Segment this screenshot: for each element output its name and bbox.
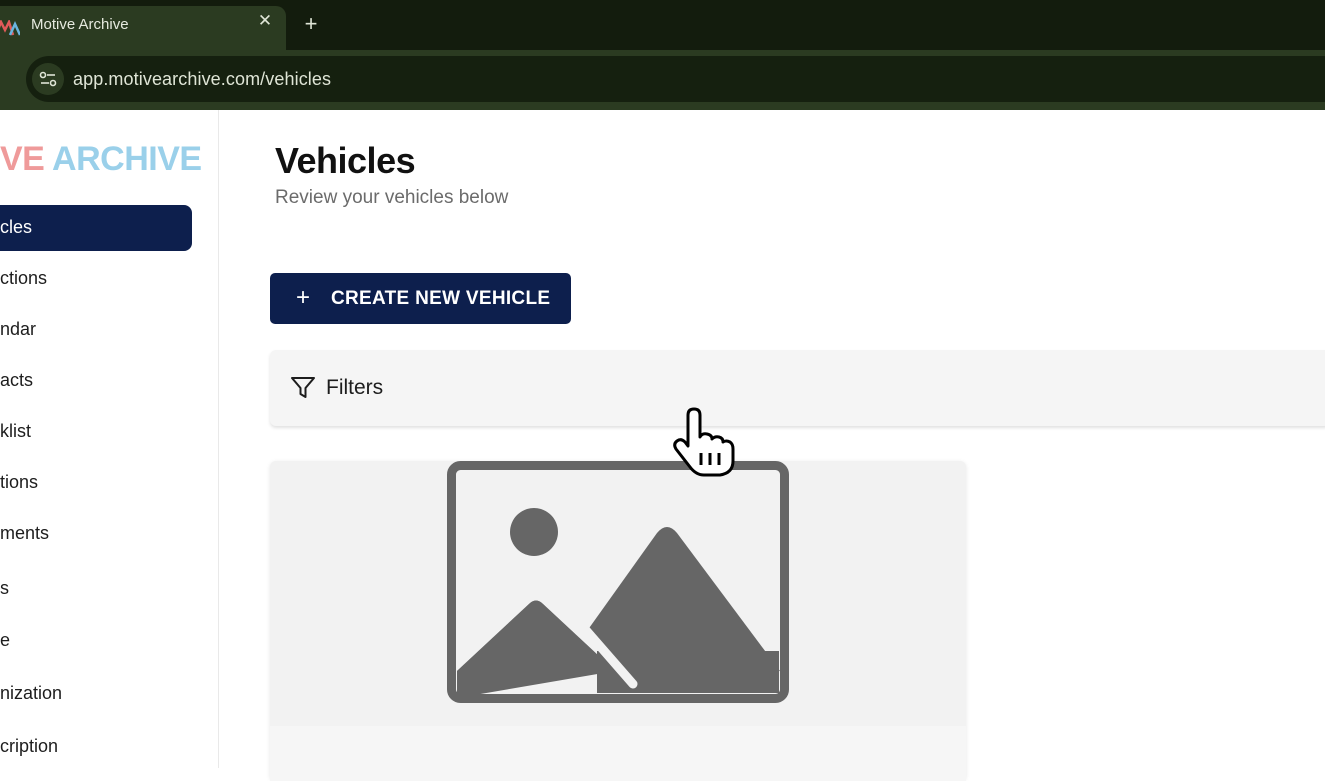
close-icon[interactable]: ✕ <box>256 12 274 30</box>
sidebar-item-label: ndar <box>0 319 37 339</box>
plus-icon[interactable]: + <box>300 13 322 35</box>
plus-icon: + <box>296 284 311 311</box>
sidebar-item-subscription[interactable]: cription <box>0 724 192 770</box>
sidebar-item-s[interactable]: s <box>0 566 192 612</box>
sidebar-item-label: acts <box>0 370 34 390</box>
sidebar-item-documents[interactable]: ments <box>0 511 192 557</box>
sidebar-item-label: tions <box>0 472 39 492</box>
browser-tab[interactable]: Motive Archive ✕ <box>0 6 286 50</box>
site-settings-icon[interactable] <box>32 63 64 95</box>
sidebar-item-actions[interactable]: tions <box>0 460 192 506</box>
create-button-label: CREATE NEW VEHICLE <box>331 288 551 309</box>
sidebar-item-label: ctions <box>0 268 48 288</box>
app-logo[interactable]: VE ARCHIVE <box>0 140 202 179</box>
sidebar-item-label: e <box>0 630 11 650</box>
tab-title: Motive Archive <box>31 16 129 33</box>
sidebar-item-calendar[interactable]: ndar <box>0 307 192 353</box>
url-text[interactable]: app.motivearchive.com/vehicles <box>73 69 331 90</box>
page-title: Vehicles <box>275 140 416 181</box>
address-bar[interactable]: app.motivearchive.com/vehicles <box>26 56 1325 102</box>
sidebar-item-vehicles[interactable]: cles <box>0 205 192 251</box>
sidebar-item-organization[interactable]: nization <box>0 671 192 717</box>
logo-part-a: VE <box>0 140 45 178</box>
motive-archive-favicon <box>0 20 20 36</box>
main-content: Vehicles Review your vehicles below + CR… <box>220 110 1325 781</box>
filters-label: Filters <box>326 376 384 399</box>
sidebar-item-label: cription <box>0 736 59 756</box>
browser-toolbar: app.motivearchive.com/vehicles <box>0 50 1325 132</box>
filter-icon <box>291 377 315 398</box>
sidebar-item-auctions[interactable]: ctions <box>0 256 192 302</box>
card-footer <box>270 726 966 781</box>
sidebar-item-label: s <box>0 578 9 598</box>
sidebar-item-checklist[interactable]: klist <box>0 409 192 455</box>
sidebar-item-label: klist <box>0 421 31 441</box>
sidebar-item-label: ments <box>0 523 50 543</box>
filters-panel[interactable]: Filters <box>270 350 1325 426</box>
sidebar-item-label: nization <box>0 683 63 703</box>
tab-strip: Motive Archive ✕ + <box>0 0 1325 50</box>
create-new-vehicle-button[interactable]: + CREATE NEW VEHICLE <box>270 273 571 324</box>
sidebar-item-contacts[interactable]: acts <box>0 358 192 404</box>
vehicle-card[interactable] <box>270 461 966 781</box>
image-placeholder-icon <box>447 461 789 703</box>
sidebar: VE ARCHIVE cles ctions ndar acts klist t… <box>0 110 219 768</box>
sidebar-item-label: cles <box>0 217 33 237</box>
logo-part-b: ARCHIVE <box>52 140 202 178</box>
browser-chrome: Motive Archive ✕ + app.motivearchive.com… <box>0 0 1325 132</box>
page-subtitle: Review your vehicles below <box>275 187 509 208</box>
hand-cursor-icon <box>673 407 735 477</box>
sidebar-item-profile[interactable]: e <box>0 618 192 664</box>
